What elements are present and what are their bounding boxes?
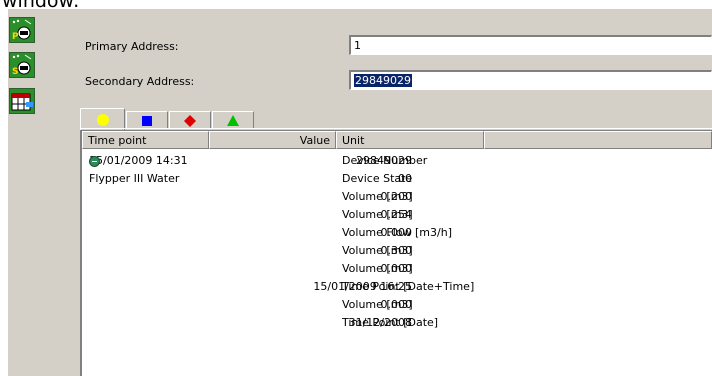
tab-green[interactable]	[212, 111, 254, 129]
primary-address-label: Primary Address:	[85, 40, 179, 53]
calendar-table-icon	[10, 89, 34, 113]
cell-unit: Volume [m3]	[342, 244, 413, 257]
readings-table: Time point Value Unit 15/01/2009 14:31 29…	[80, 130, 712, 376]
table-row[interactable]: 0.300 Volume [m3]	[82, 242, 712, 260]
cell-time-text: 15/01/2009 14:31	[89, 154, 188, 167]
table-row[interactable]: 31/12/2008 Time Point [Date]	[82, 314, 712, 332]
tab-blue[interactable]	[126, 111, 168, 129]
cell-unit: Volume [m3]	[342, 190, 413, 203]
cell-unit: Volume Flow [m3/h]	[342, 226, 452, 239]
cell-unit: Volume [m3]	[342, 208, 413, 221]
cell-unit: Volume [m3]	[342, 298, 413, 311]
secondary-address-icon: S	[10, 53, 34, 77]
cell-unit: Device State	[342, 172, 413, 185]
primary-address-input[interactable]: 1	[349, 35, 712, 55]
table-row[interactable]: 15/01/2009 14:31 29849029 Device Number	[82, 152, 712, 170]
primary-address-icon: P	[10, 18, 34, 42]
cell-unit: Device Number	[342, 154, 428, 167]
primary-address-value: 1	[354, 39, 361, 52]
cell-unit: Time Point [Date]	[342, 316, 439, 329]
tab-yellow[interactable]	[80, 108, 125, 130]
tabs-divider	[80, 128, 712, 129]
cell-time-text: Flypper III Water	[89, 172, 180, 185]
column-header-empty[interactable]	[484, 131, 712, 149]
table-row[interactable]: 0.254 Volume [m3]	[82, 206, 712, 224]
device-icon	[89, 156, 100, 167]
table-row[interactable]: 0.000 Volume [m3]	[82, 296, 712, 314]
svg-text:P: P	[12, 32, 19, 42]
secondary-address-button[interactable]: S	[9, 52, 35, 78]
cell-unit: Time Point [Date+Time]	[342, 280, 475, 293]
cell-time: Flypper III Water	[89, 172, 179, 185]
tab-red[interactable]	[169, 111, 211, 129]
column-header-value[interactable]: Value	[209, 131, 336, 149]
blue-square-icon	[142, 115, 152, 126]
view-tabs	[80, 107, 255, 130]
green-triangle-icon	[227, 115, 239, 126]
table-row[interactable]: Flypper III Water 00 Device State	[82, 170, 712, 188]
secondary-address-label: Secondary Address:	[85, 75, 195, 88]
cell-unit: Volume [m3]	[342, 262, 413, 275]
secondary-address-input[interactable]: 29849029	[349, 70, 712, 90]
secondary-address-value: 29849029	[354, 74, 412, 87]
cell-time: 15/01/2009 14:31	[89, 154, 188, 167]
svg-text:S: S	[12, 67, 18, 77]
column-header-unit[interactable]: Unit	[336, 131, 484, 149]
red-diamond-icon	[184, 114, 196, 127]
table-row[interactable]: 15/01/2009 16:25 Time Point [Date+Time]	[82, 278, 712, 296]
primary-address-button[interactable]: P	[9, 17, 35, 43]
table-row[interactable]: 0.000 Volume Flow [m3/h]	[82, 224, 712, 242]
table-row[interactable]: 0.200 Volume [m3]	[82, 188, 712, 206]
calendar-table-button[interactable]	[9, 88, 35, 114]
column-header-time[interactable]: Time point	[82, 131, 209, 149]
table-row[interactable]: 0.000 Volume [m3]	[82, 260, 712, 278]
yellow-circle-icon	[96, 113, 109, 126]
